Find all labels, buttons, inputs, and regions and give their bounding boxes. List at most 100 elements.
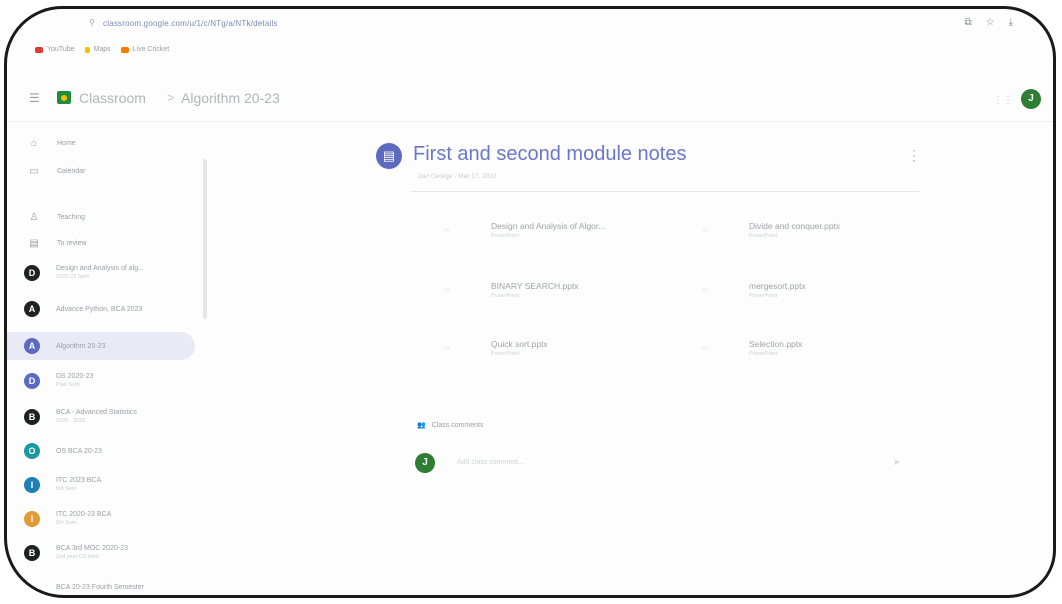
sidebar-class-item[interactable]: I ITC 2020-23 BCA 5th Sem — [7, 505, 195, 533]
class-avatar: A — [24, 301, 40, 317]
class-avatar: A — [24, 338, 40, 354]
class-name: ITC 2023 BCA — [56, 477, 102, 484]
sidebar-item-home[interactable]: ⌂ Home — [7, 129, 195, 157]
attachment-type: PowerPoint — [749, 233, 778, 239]
bookmark-live-cricket[interactable]: Live Cricket — [120, 46, 169, 53]
browser-toolbar-icons: ⧉ ☆ ⤓ — [964, 17, 1013, 28]
people-icon: 👥 — [417, 422, 426, 429]
class-avatar: I — [24, 511, 40, 527]
class-name: Design and Analysis of alg... — [56, 265, 144, 272]
page-title: First and second module notes — [413, 143, 687, 165]
youtube-icon — [35, 46, 43, 53]
url-text[interactable]: classroom.google.com/u/1/c/NTg/a/NTk/det… — [103, 19, 278, 28]
bookmark-youtube[interactable]: YouTube — [35, 46, 75, 53]
comment-avatar: J — [415, 453, 435, 473]
folder-icon: ▤ — [29, 237, 39, 249]
attachment-card[interactable]: ▭ mergesort.pptx PowerPoint — [671, 267, 919, 313]
app-title[interactable]: Classroom — [79, 90, 146, 106]
attachment-card[interactable]: ▭ Quick sort.pptx PowerPoint — [413, 325, 661, 371]
class-avatar: O — [24, 443, 40, 459]
cricket-icon — [120, 46, 129, 53]
sidebar-class-item[interactable]: A Advance Python, BCA 2023 — [7, 295, 195, 323]
class-name: BCA 20-23 Fourth Semester — [56, 583, 144, 591]
attachment-thumbnail: ▭ — [702, 227, 708, 233]
class-name: BCA 3rd MOC 2020-23 — [56, 545, 128, 552]
class-name: ITC 2020-23 BCA — [56, 511, 112, 518]
attachment-type: PowerPoint — [491, 351, 520, 357]
class-avatar: I — [24, 477, 40, 493]
maps-icon — [84, 46, 90, 53]
attachment-thumbnail: ▭ — [702, 287, 708, 293]
breadcrumb-class[interactable]: Algorithm 20-23 — [181, 90, 280, 106]
class-avatar: B — [24, 545, 40, 561]
class-name: BCA - Advanced Statistics — [56, 409, 137, 416]
sidebar-class-item[interactable]: O OS BCA 20-23 — [7, 437, 195, 465]
comment-input[interactable]: Add class comment... — [457, 459, 524, 466]
post-meta: Joel George - Mar 17, 2022 — [417, 173, 497, 180]
star-icon[interactable]: ☆ — [986, 17, 995, 28]
class-name: Algorithm 20-23 — [56, 342, 106, 350]
class-avatar: D — [24, 265, 40, 281]
bookmarks-bar: YouTube Maps Live Cricket — [35, 46, 169, 53]
attachment-card[interactable]: ▭ Divide and conquer.pptx PowerPoint — [671, 207, 919, 253]
sidebar-class-item[interactable]: D DS 2020-23 Plan Sem — [7, 367, 195, 395]
extension-icon[interactable]: ⧉ — [964, 17, 971, 28]
sidebar-item-calendar[interactable]: ▭ Calendar — [7, 157, 195, 185]
lock-icon: ⚲ — [89, 18, 95, 27]
sidebar-item-teaching[interactable]: ♙ Teaching — [7, 203, 195, 231]
attachment-name: Selection.pptx — [749, 339, 803, 349]
attachment-thumbnail: ▭ — [444, 345, 450, 351]
attachment-name: BINARY SEARCH.pptx — [491, 281, 579, 291]
divider — [411, 191, 919, 192]
class-section: 2022-23 Sem — [56, 274, 90, 280]
attachment-thumbnail: ▭ — [444, 227, 450, 233]
bookmark-maps[interactable]: Maps — [84, 46, 111, 53]
calendar-icon: ▭ — [29, 165, 39, 177]
people-icon: ♙ — [29, 211, 39, 223]
account-avatar[interactable]: J — [1021, 89, 1041, 109]
attachment-name: Quick sort.pptx — [491, 339, 548, 349]
send-icon[interactable]: ➤ — [893, 457, 901, 468]
attachment-card[interactable]: ▭ BINARY SEARCH.pptx PowerPoint — [413, 267, 661, 313]
attachment-type: PowerPoint — [491, 233, 520, 239]
sidebar-class-item[interactable]: D Design and Analysis of alg... 2022-23 S… — [7, 259, 195, 287]
class-section: 5th Sem — [56, 486, 77, 492]
attachment-name: mergesort.pptx — [749, 281, 806, 291]
class-section: Plan Sem — [56, 382, 80, 388]
class-name: OS BCA 20-23 — [56, 447, 102, 455]
apps-grid-icon[interactable]: ⋮⋮ — [993, 95, 1013, 106]
attachment-type: PowerPoint — [749, 351, 778, 357]
class-comments-header: 👥 Class comments — [417, 421, 484, 430]
sidebar-class-item[interactable]: B BCA - Advanced Statistics 2020 - 2023 — [7, 403, 195, 431]
main-content: ▤ First and second module notes ⋮ Joel G… — [217, 129, 1053, 595]
sidebar-class-item[interactable]: I ITC 2023 BCA 5th Sem — [7, 471, 195, 499]
classroom-logo-icon[interactable] — [57, 91, 71, 104]
class-section: 5th Sem — [56, 520, 77, 526]
attachment-name: Divide and conquer.pptx — [749, 221, 841, 231]
class-avatar — [24, 579, 40, 595]
menu-icon[interactable]: ☰ — [29, 91, 40, 105]
sidebar-class-item-active[interactable]: A Algorithm 20-23 — [7, 332, 195, 360]
attachment-thumbnail: ▭ — [444, 287, 450, 293]
class-section: 2020 - 2023 — [56, 418, 86, 424]
attachment-type: PowerPoint — [749, 293, 778, 299]
screen-photo-frame: ⚲ classroom.google.com/u/1/c/NTg/a/NTk/d… — [4, 6, 1056, 598]
download-icon[interactable]: ⤓ — [1009, 17, 1013, 28]
class-name: Advance Python, BCA 2023 — [56, 305, 143, 313]
attachment-card[interactable]: ▭ Design and Analysis of Algor... PowerPo… — [413, 207, 661, 253]
browser-url-bar[interactable]: ⚲ classroom.google.com/u/1/c/NTg/a/NTk/d… — [7, 9, 1053, 39]
sidebar-scrollbar[interactable] — [203, 159, 207, 319]
sidebar-class-item[interactable]: B BCA 3rd MOC 2020-23 2nd year CS fund — [7, 539, 195, 567]
sidebar: ⌂ Home ▭ Calendar ♙ Teaching ▤ To review… — [7, 129, 207, 595]
home-icon: ⌂ — [30, 137, 38, 149]
class-section: 2nd year CS fund — [56, 554, 99, 560]
sidebar-class-item[interactable]: BCA 20-23 Fourth Semester — [7, 573, 195, 595]
sidebar-item-to-review[interactable]: ▤ To review — [7, 229, 195, 257]
assignment-icon: ▤ — [376, 143, 402, 169]
attachment-type: PowerPoint — [491, 293, 520, 299]
attachment-thumbnail: ▭ — [702, 345, 708, 351]
class-avatar: B — [24, 409, 40, 425]
more-options-icon[interactable]: ⋮ — [907, 147, 921, 164]
attachment-card[interactable]: ▭ Selection.pptx PowerPoint — [671, 325, 919, 371]
breadcrumb-separator: > — [167, 90, 175, 105]
